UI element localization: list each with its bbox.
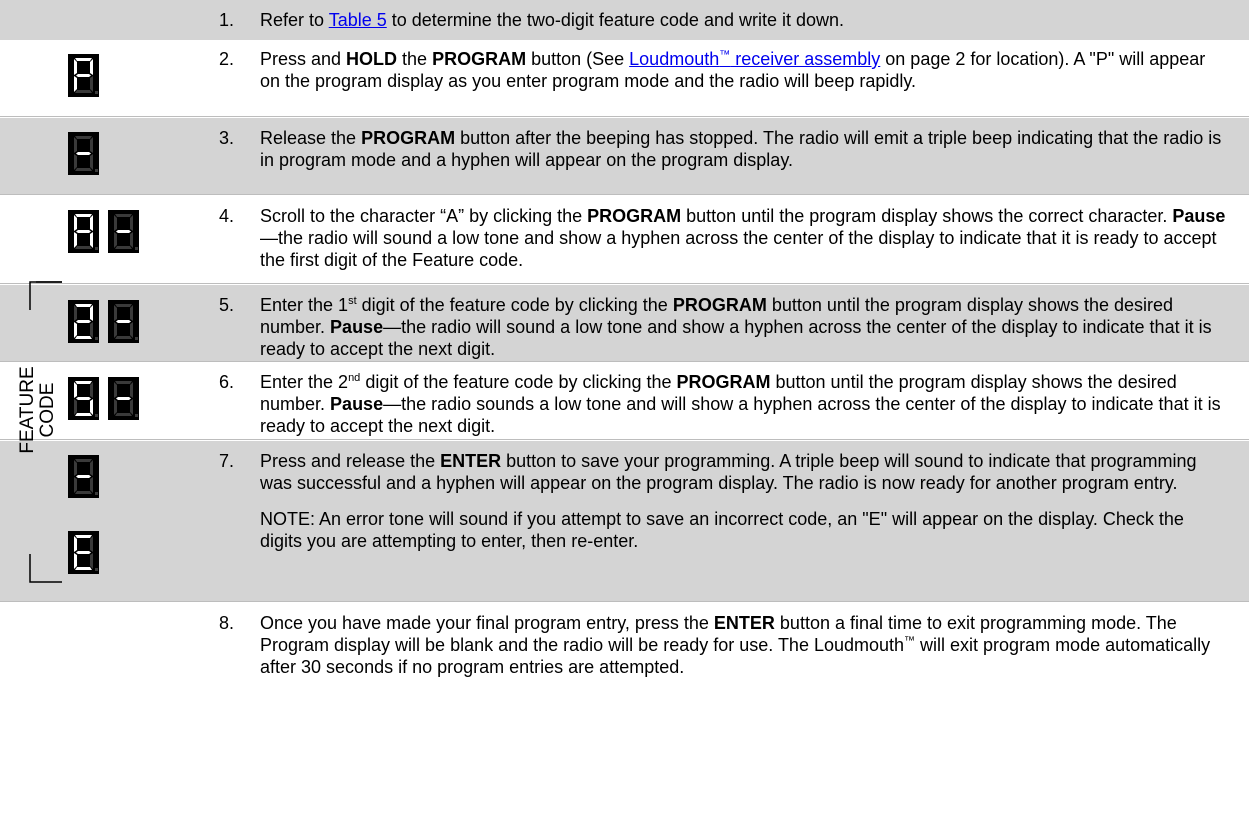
step-text: Refer to Table 5 to determine the two-di… [260, 10, 845, 30]
seven-segment-display [68, 455, 99, 498]
decimal-point [95, 337, 98, 340]
step-number: 3. [219, 128, 235, 148]
seven-segment-icon [68, 132, 99, 175]
seven-segment-icon [68, 54, 99, 97]
seven-segment-display [68, 132, 99, 175]
loudmouth-receiver-link[interactable]: Loudmouth™ receiver assembly [629, 49, 880, 69]
segment-g [76, 320, 91, 323]
step-number: 2. [219, 49, 235, 69]
decimal-point [95, 414, 98, 417]
step-row-5: 5. Enter the 1st digit of the feature co… [0, 285, 1249, 362]
decimal-point [95, 169, 98, 172]
segment-a [115, 214, 132, 217]
segment-a [75, 535, 92, 538]
seven-segment-icon [108, 210, 139, 253]
segment-g [116, 397, 131, 400]
segment-d [115, 246, 132, 249]
seven-segment-icon [108, 377, 139, 420]
segment-d [75, 90, 92, 93]
segment-g [116, 230, 131, 233]
seven-segment-display [68, 377, 99, 420]
step-number: 8. [219, 613, 235, 633]
step-text: Enter the 1st digit of the feature code … [260, 295, 1212, 359]
segment-g [76, 475, 91, 478]
decimal-point [95, 492, 98, 495]
seven-segment-display [108, 377, 139, 420]
segment-g [76, 152, 91, 155]
decimal-point [95, 91, 98, 94]
segment-g [76, 397, 91, 400]
segment-d [115, 336, 132, 339]
seven-segment-display [68, 300, 99, 343]
feature-code-label: FEATURE CODE [17, 366, 58, 454]
step-text: Scroll to the character “A” by clicking … [260, 206, 1226, 270]
segment-a [75, 136, 92, 139]
step-row-6: 6. Enter the 2nd digit of the feature co… [0, 363, 1249, 440]
step-row-2: 2. Press and HOLD the PROGRAM button (Se… [0, 40, 1249, 117]
step-text: Release the PROGRAM button after the bee… [260, 128, 1222, 170]
decimal-point [135, 247, 138, 250]
step-row-3: 3. Release the PROGRAM button after the … [0, 118, 1249, 195]
note-text: NOTE: An error tone will sound if you at… [260, 509, 1184, 551]
feature-code-bracket: FEATURE CODE [0, 280, 65, 584]
segment-a [75, 58, 92, 61]
decimal-point [135, 414, 138, 417]
segment-d [75, 491, 92, 494]
step-row-8: 8. Once you have made your final program… [0, 603, 1249, 713]
seven-segment-icon [68, 377, 99, 420]
seven-segment-icon [68, 300, 99, 343]
step-row-7: 7. Press and release the ENTER button to… [0, 441, 1249, 602]
step-text: Press and HOLD the PROGRAM button (See L… [260, 49, 1206, 91]
segment-g [76, 230, 91, 233]
programming-instructions: 1. Refer to Table 5 to determine the two… [0, 0, 1249, 823]
seven-segment-display [68, 531, 99, 574]
segment-a [115, 304, 132, 307]
seven-segment-display [68, 54, 99, 97]
step-row-1: 1. Refer to Table 5 to determine the two… [0, 0, 1249, 40]
segment-g [116, 320, 131, 323]
decimal-point [135, 337, 138, 340]
seven-segment-icon [68, 210, 99, 253]
seven-segment-icon [68, 531, 99, 574]
segment-d [75, 567, 92, 570]
segment-d [75, 413, 92, 416]
segment-d [75, 336, 92, 339]
segment-a [75, 381, 92, 384]
segment-a [115, 381, 132, 384]
step-text: Press and release the ENTER button to sa… [260, 450, 1227, 552]
segment-d [75, 246, 92, 249]
seven-segment-display [68, 210, 99, 253]
step-text: Once you have made your final program en… [260, 613, 1211, 677]
step-number: 7. [219, 451, 235, 471]
segment-a [75, 214, 92, 217]
table-5-link[interactable]: Table 5 [329, 10, 387, 30]
step-number: 5. [219, 295, 235, 315]
step-number: 1. [219, 10, 235, 30]
segment-g [76, 74, 91, 77]
segment-a [75, 304, 92, 307]
segment-g [76, 551, 91, 554]
segment-d [75, 168, 92, 171]
step-number: 6. [219, 372, 235, 392]
step-row-4: 4. Scroll to the character “A” by clicki… [0, 196, 1249, 284]
segment-a [75, 459, 92, 462]
decimal-point [95, 247, 98, 250]
step-text: Enter the 2nd digit of the feature code … [260, 372, 1221, 436]
seven-segment-icon [68, 455, 99, 498]
segment-d [115, 413, 132, 416]
decimal-point [95, 568, 98, 571]
seven-segment-icon [108, 300, 139, 343]
seven-segment-display [108, 300, 139, 343]
step-number: 4. [219, 206, 235, 226]
seven-segment-display [108, 210, 139, 253]
